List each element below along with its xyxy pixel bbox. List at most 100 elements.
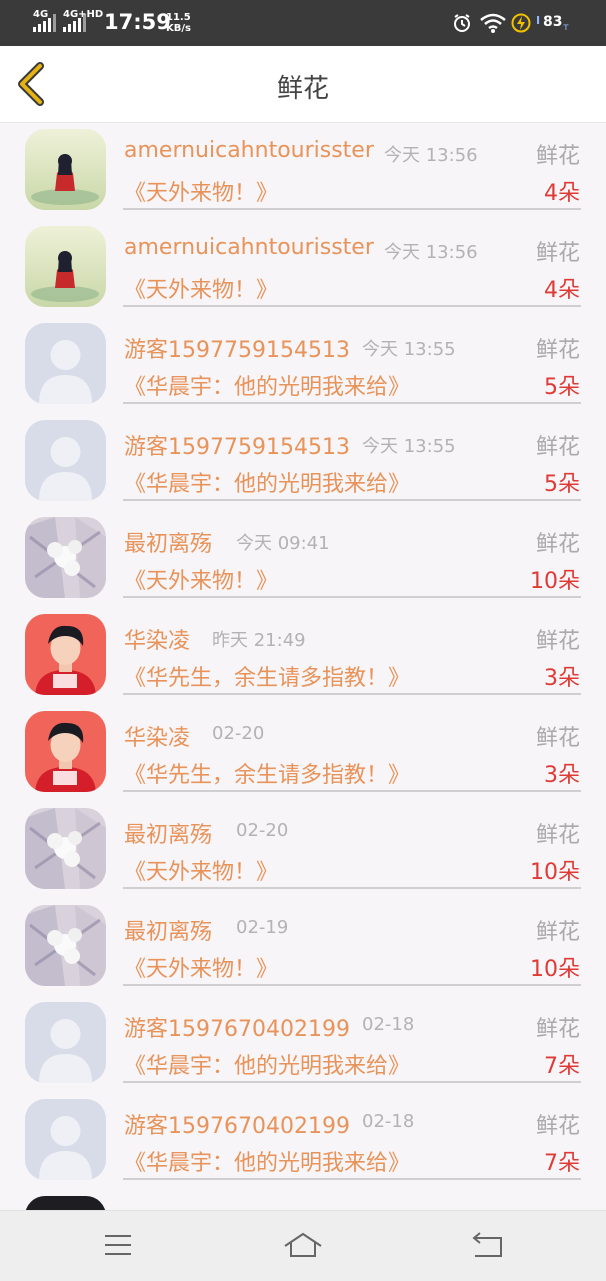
timestamp: 今天 13:55 <box>362 436 456 457</box>
sender-name[interactable]: amernuicahntourisster <box>124 235 374 260</box>
speed-value: 11.5 <box>166 12 191 23</box>
timestamp: 02-20 <box>212 723 265 744</box>
signal-icon-2 <box>63 14 89 32</box>
gift-type: 鲜花 <box>535 338 580 363</box>
list-item[interactable]: 华染凌 昨天 21:49 鲜花《华先生，余生请多指教！》 3朵 <box>0 608 606 705</box>
divider <box>123 208 581 210</box>
list-item[interactable]: 游客1597759154513 今天 13:55 鲜花 《华晨宇：他的光明我来给》 5朵 <box>0 414 606 511</box>
list-item[interactable]: amernuicahntourisster 今天 13:56 鲜花《天外来物！》 4朵 <box>0 220 606 317</box>
work-title-link[interactable]: 《天外来物！》 <box>124 563 278 595</box>
divider <box>123 1081 581 1083</box>
sender-name[interactable]: 最初离殇 <box>124 914 212 946</box>
list-item[interactable]: 游客1597759154513 今天 13:55 鲜花 《华晨宇：他的光明我来给》 5朵 <box>0 317 606 414</box>
menu-icon <box>105 1235 131 1255</box>
avatar[interactable] <box>25 420 106 501</box>
list-item[interactable]: 华染凌 02-20 鲜花《华先生，余生请多指教！》 3朵 <box>0 705 606 802</box>
sender-name[interactable]: 最初离殇 <box>124 526 212 558</box>
status-bar: 4G 4G+HD 17:59 11.5 KB/s I 83 т <box>0 0 606 46</box>
timestamp: 今天 13:56 <box>384 145 478 166</box>
gift-type: 鲜花 <box>535 726 580 751</box>
battery-icon: I <box>536 14 541 27</box>
timestamp: 今天 13:56 <box>384 242 478 263</box>
divider <box>123 887 581 889</box>
avatar[interactable] <box>25 226 106 307</box>
gift-type: 鲜花 <box>535 435 580 460</box>
home-icon <box>284 1232 322 1257</box>
list-item[interactable]: amernuicahntourisster 今天 13:56 鲜花《天外来物！》 4朵 <box>0 123 606 220</box>
divider <box>123 305 581 307</box>
divider <box>123 402 581 404</box>
gift-type: 鲜花 <box>535 920 580 945</box>
sender-name[interactable]: 游客1597670402199 <box>124 1108 350 1140</box>
sender-name[interactable]: 最初离殇 <box>124 817 212 849</box>
gift-type: 鲜花 <box>535 1114 580 1139</box>
divider <box>123 596 581 598</box>
timestamp: 今天 09:41 <box>236 533 330 554</box>
list-item[interactable]: 最初离殇 02-19 鲜花 《天外来物！》 10朵 <box>0 899 606 996</box>
flower-count: 4朵 <box>544 181 580 206</box>
flower-record-list[interactable]: amernuicahntourisster 今天 13:56 鲜花 《天外来物！》 4朵… <box>0 123 606 1210</box>
sender-name[interactable]: 游客1597670402199 <box>124 1011 350 1043</box>
gift-type: 鲜花 <box>535 629 580 654</box>
divider <box>123 499 581 501</box>
work-title-link[interactable]: 《华晨宇：他的光明我来给》 <box>124 369 410 401</box>
avatar[interactable] <box>25 323 106 404</box>
gift-type: 鲜花 <box>535 823 580 848</box>
list-item[interactable]: 最初离殇 今天 09:41 鲜花 《天外来物！》 10朵 <box>0 511 606 608</box>
work-title-link[interactable]: 《华晨宇：他的光明我来给》 <box>124 466 410 498</box>
avatar[interactable] <box>25 1002 106 1083</box>
avatar[interactable] <box>25 517 106 598</box>
battery-tip-icon: т <box>563 22 569 33</box>
flower-count: 7朵 <box>544 1151 580 1176</box>
work-title-link[interactable]: 《华晨宇：他的光明我来给》 <box>124 1145 410 1177</box>
work-title-link[interactable]: 《华晨宇：他的光明我来给》 <box>124 1048 410 1080</box>
work-title-link[interactable]: 《天外来物！》 <box>124 951 278 983</box>
sender-name[interactable]: 华染凌 <box>124 623 190 655</box>
back-nav-button[interactable] <box>457 1225 517 1265</box>
gift-type: 鲜花 <box>535 144 580 169</box>
flower-count: 7朵 <box>544 1054 580 1079</box>
avatar[interactable] <box>25 905 106 986</box>
menu-button[interactable] <box>88 1225 148 1265</box>
network-speed: 11.5 KB/s <box>166 12 191 34</box>
speed-unit: KB/s <box>166 23 191 34</box>
gift-type: 鲜花 <box>535 241 580 266</box>
list-item-partial[interactable] <box>0 1190 606 1210</box>
home-button[interactable] <box>273 1225 333 1265</box>
flower-count: 4朵 <box>544 278 580 303</box>
work-title-link[interactable]: 《天外来物！》 <box>124 175 278 207</box>
work-title-link[interactable]: 《华先生，余生请多指教！》 <box>124 660 410 692</box>
avatar[interactable] <box>25 129 106 210</box>
avatar[interactable] <box>25 1099 106 1180</box>
gift-type: 鲜花 <box>535 532 580 557</box>
avatar[interactable] <box>25 1196 106 1210</box>
list-item[interactable]: 游客1597670402199 02-18 鲜花 《华晨宇：他的光明我来给》 7朵 <box>0 1093 606 1190</box>
avatar[interactable] <box>25 808 106 889</box>
alarm-icon <box>454 14 470 32</box>
signal-icon <box>33 14 59 32</box>
work-title-link[interactable]: 《华先生，余生请多指教！》 <box>124 757 410 789</box>
page-title: 鲜花 <box>276 74 329 104</box>
list-item[interactable]: 游客1597670402199 02-18 鲜花 《华晨宇：他的光明我来给》 7朵 <box>0 996 606 1093</box>
flower-count: 3朵 <box>544 666 580 691</box>
sender-name[interactable]: 游客1597759154513 <box>124 332 350 364</box>
work-title-link[interactable]: 《天外来物！》 <box>124 272 278 304</box>
wifi-icon <box>480 13 506 33</box>
divider <box>123 693 581 695</box>
avatar[interactable] <box>25 711 106 792</box>
header-bar: 鲜花 <box>0 46 606 123</box>
battery-level: 83 <box>543 14 563 30</box>
flower-count: 5朵 <box>544 375 580 400</box>
sender-name[interactable]: 华染凌 <box>124 720 190 752</box>
timestamp: 02-19 <box>236 917 289 938</box>
flower-count: 3朵 <box>544 763 580 788</box>
flower-count: 10朵 <box>530 860 580 885</box>
timestamp: 02-18 <box>362 1014 415 1035</box>
divider <box>123 1178 581 1180</box>
sender-name[interactable]: amernuicahntourisster <box>124 138 374 163</box>
timestamp: 昨天 21:49 <box>212 630 306 651</box>
sender-name[interactable]: 游客1597759154513 <box>124 429 350 461</box>
avatar[interactable] <box>25 614 106 695</box>
list-item[interactable]: 最初离殇 02-20 鲜花 《天外来物！》 10朵 <box>0 802 606 899</box>
work-title-link[interactable]: 《天外来物！》 <box>124 854 278 886</box>
